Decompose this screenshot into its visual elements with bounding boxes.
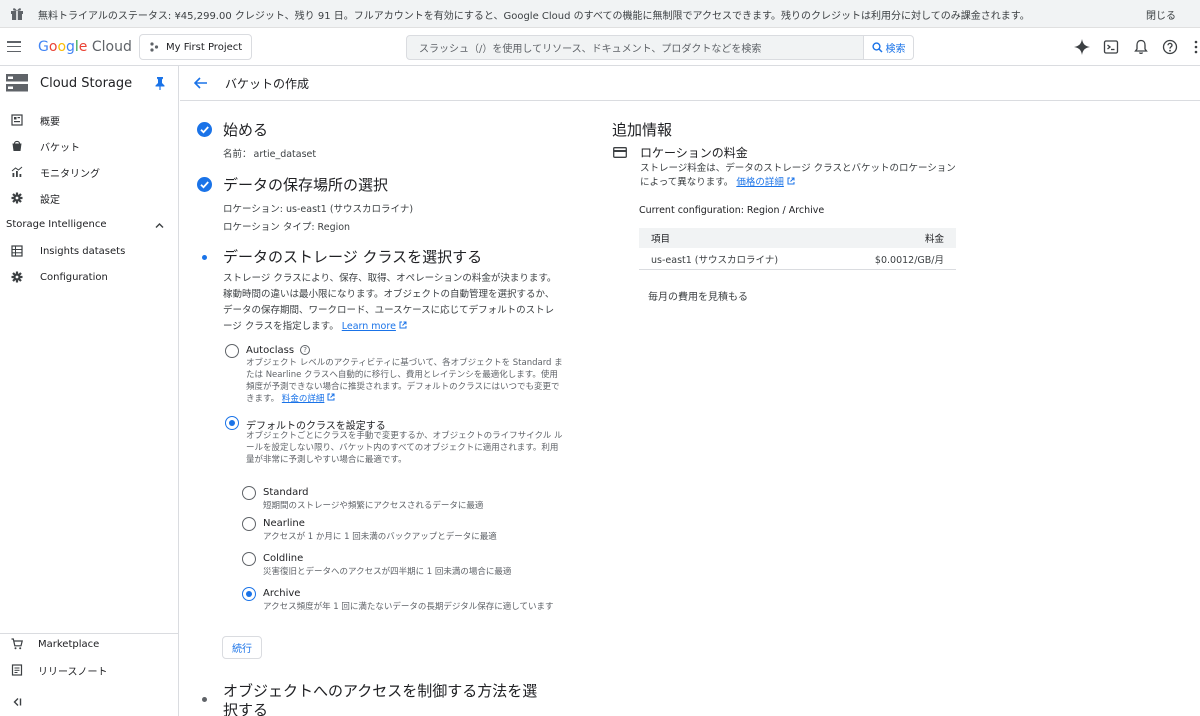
page-title: バケットの作成 [225,77,310,91]
credit-card-icon [613,147,627,158]
search-button[interactable]: 検索 [864,35,914,60]
estimate-monthly-cost-link[interactable]: 毎月の費用を見積もる [648,288,748,303]
class-coldline-radio[interactable] [242,552,256,566]
continue-button[interactable]: 続行 [222,636,262,659]
current-configuration: Current configuration: Region / Archive [639,205,825,216]
pricing-details-link[interactable]: 価格の詳細 [736,177,784,188]
class-standard-label: Standard [263,487,309,498]
step-complete-check-icon [197,177,212,192]
step-complete-check-icon [197,122,212,137]
bucket-icon [12,140,22,151]
gear-icon [11,271,23,283]
pricing-description: ストレージ料金は、データのストレージ クラスとバケットのロケーションによって異な… [640,163,956,188]
step-access-title-line1[interactable]: オブジェクトへのアクセスを制御する方法を選 [223,680,537,701]
autoclass-radio[interactable] [225,344,239,358]
project-name: My First Project [166,41,243,53]
step-access-title-line2[interactable]: 択する [223,699,268,716]
additional-info-heading: 追加情報 [612,121,673,139]
search-input[interactable]: スラッシュ（/）を使用してリソース、ドキュメント、プロダクトなどを検索 [406,35,864,60]
bucket-name-summary: 名前： artie_dataset [223,149,317,160]
sidebar-item-configuration[interactable]: Configuration [0,266,179,288]
top-header: Google Cloud My First Project スラッシュ（/）を使… [0,28,1200,66]
sidebar-item-marketplace[interactable]: Marketplace [0,633,179,655]
back-arrow-icon[interactable] [194,77,208,89]
class-nearline-label: Nearline [263,518,305,529]
project-icon [150,42,159,52]
cart-icon [11,638,23,650]
table-row: us-east1 (サウスカロライナ) $0.0012/GB/月 [639,248,956,270]
location-pricing-subheading: ロケーションの料金 [640,146,748,160]
product-title: Cloud Storage [40,76,133,91]
storage-intelligence-section-toggle[interactable]: Storage Intelligence [6,219,166,230]
left-navigation: Cloud Storage 概要 バケット モニタリング 設定 Storage … [0,66,179,716]
learn-more-link[interactable]: Learn more [342,321,396,332]
step-storage-class-title: データのストレージ クラスを選択する [223,248,483,266]
set-default-class-radio[interactable] [225,416,239,430]
storage-class-description: ストレージ クラスにより、保存、取得、オペレーションの料金が決まります。稼動時間… [223,273,557,332]
dataset-icon [11,245,23,257]
sidebar-item-buckets[interactable]: バケット [0,135,179,157]
overview-icon [11,114,23,126]
class-standard-description: 短期間のストレージや頻繁にアクセスされるデータに最適 [263,501,484,511]
collapse-sidebar-icon[interactable] [12,697,22,707]
trial-banner: 無料トライアルのステータス: ¥45,299.00 クレジット、残り 91 日。… [0,0,1200,28]
dismiss-banner-button[interactable]: 閉じる [1146,7,1176,22]
cloud-storage-icon [6,74,28,92]
external-link-icon [399,321,407,329]
step-location-title[interactable]: データの保存場所の選択 [223,174,388,195]
sidebar-item-monitoring[interactable]: モニタリング [0,161,179,183]
class-archive-radio[interactable] [242,587,256,601]
location-summary: ロケーション: us-east1 (サウスカロライナ) [223,204,414,215]
notes-icon [11,664,23,676]
class-archive-label: Archive [263,588,301,599]
active-step-indicator [202,255,207,260]
autoclass-label: Autoclass? [246,345,311,356]
autoclass-description: オブジェクト レベルのアクティビティに基づいて、各オブジェクトを Standar… [246,358,563,404]
class-nearline-description: アクセスが 1 か月に 1 回未満のバックアップとデータに最適 [263,532,497,542]
help-icon[interactable]: ? [300,345,311,355]
external-link-icon [787,177,795,185]
settings-icon [11,192,23,204]
gift-icon [11,8,23,20]
external-link-icon [327,393,335,401]
gemini-sparkle-icon[interactable] [1074,39,1090,55]
pin-icon[interactable] [155,77,165,90]
pricing-table: 項目 料金 us-east1 (サウスカロライナ) $0.0012/GB/月 [639,228,956,270]
location-type-summary: ロケーション タイプ: Region [223,222,351,233]
main-menu-icon[interactable] [7,41,21,53]
sidebar-item-settings[interactable]: 設定 [0,187,179,209]
search-placeholder: スラッシュ（/）を使用してリソース、ドキュメント、プロダクトなどを検索 [419,44,762,55]
set-default-class-description: オブジェクトごとにクラスを手動で変更するか、オブジェクトのライフサイクル ルール… [246,431,563,465]
sidebar-item-overview[interactable]: 概要 [0,109,179,131]
trial-status-text: 無料トライアルのステータス: ¥45,299.00 クレジット、残り 91 日。… [38,11,1030,22]
monitoring-icon [11,166,23,177]
search-icon [871,42,883,53]
pricing-table-header: 項目 料金 [639,228,956,248]
step-start-title[interactable]: 始める [223,119,268,140]
sidebar-item-insights-datasets[interactable]: Insights datasets [0,240,179,262]
more-options-icon[interactable] [1192,39,1200,55]
class-nearline-radio[interactable] [242,517,256,531]
page-header: バケットの作成 [180,66,1200,101]
autoclass-pricing-link[interactable]: 料金の詳細 [282,394,325,404]
cloud-shell-icon[interactable] [1103,39,1119,55]
notifications-bell-icon[interactable] [1133,39,1149,55]
class-coldline-description: 災害復旧とデータへのアクセスが四半期に 1 回未満の場合に最適 [263,567,512,577]
project-picker-button[interactable]: My First Project [139,34,252,60]
chevron-up-icon [155,223,164,228]
pending-step-indicator [202,697,207,702]
help-icon[interactable] [1162,39,1178,55]
google-cloud-logo[interactable]: Google Cloud [38,39,132,55]
class-coldline-label: Coldline [263,553,304,564]
class-standard-radio[interactable] [242,486,256,500]
sidebar-item-release-notes[interactable]: リリースノート [0,659,179,681]
class-archive-description: アクセス頻度が年 1 回に満たないデータの長期デジタル保存に適しています [263,602,554,612]
